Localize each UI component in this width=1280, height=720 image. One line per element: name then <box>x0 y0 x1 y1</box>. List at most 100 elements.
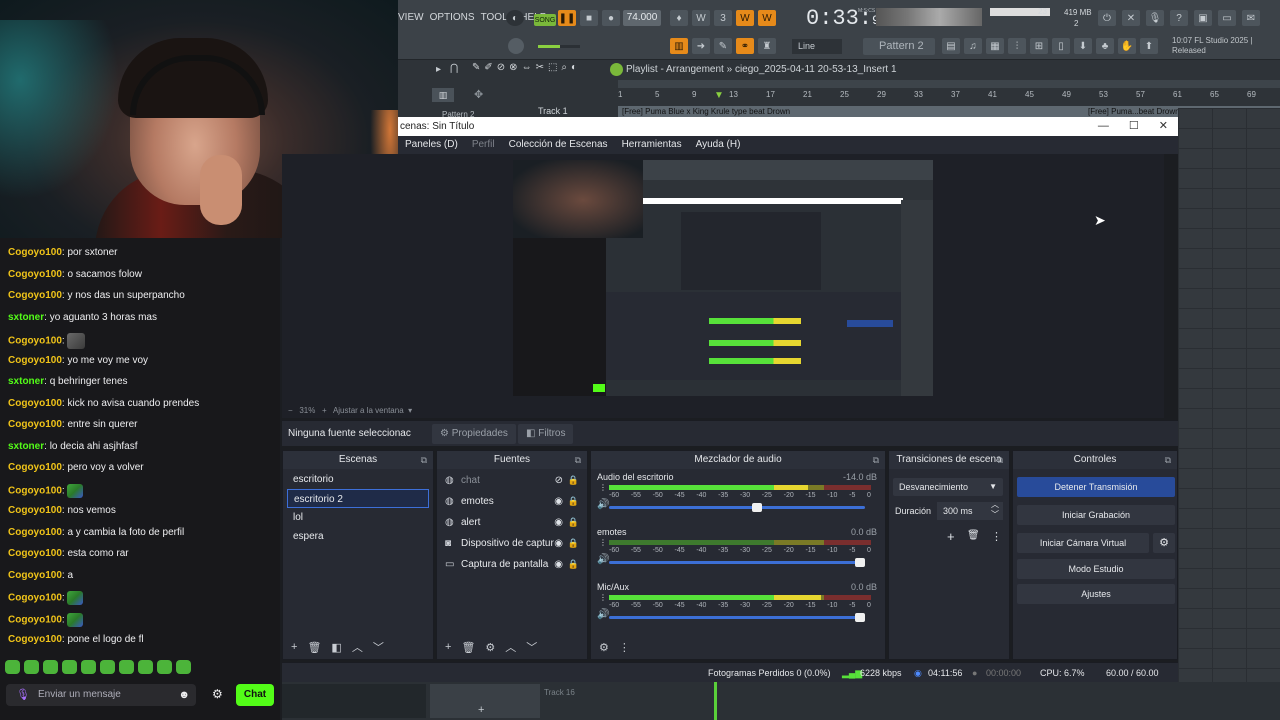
emote-picker-icon[interactable] <box>43 660 58 674</box>
playlist-menu-arrow-icon[interactable]: ▸ <box>436 64 441 75</box>
volume-knob[interactable] <box>855 613 865 622</box>
tempo-tapper-icon[interactable]: ⬆ <box>1140 38 1158 54</box>
dock-undock-icon[interactable]: ⧉ <box>997 451 1003 469</box>
eye-icon[interactable]: ◉ <box>554 533 563 554</box>
channel-menu-icon[interactable]: ⋮ <box>599 538 607 547</box>
virtual-camera-settings-gear-icon[interactable]: ⚙ <box>1153 533 1175 553</box>
mixer-menu-icon[interactable]: ⋮ <box>619 641 630 654</box>
chat-settings-gear-icon[interactable]: ⚙ <box>212 687 223 701</box>
source-item[interactable]: ◍ chat ⊘ 🔒 <box>437 470 587 491</box>
pencil-icon[interactable]: ✎ <box>714 38 732 54</box>
record-icon[interactable]: ● <box>602 10 620 26</box>
fit-window-label[interactable]: Ajustar a la ventana <box>333 406 404 415</box>
add-track-icon[interactable]: + <box>478 704 484 716</box>
speaker-icon[interactable]: 🔊 <box>597 554 609 565</box>
emote-picker-icon[interactable] <box>81 660 96 674</box>
chat-username[interactable]: Cogoyo100 <box>8 485 62 496</box>
settings-button[interactable]: Ajustes <box>1017 584 1175 604</box>
playhead-marker-icon[interactable]: ▼ <box>714 90 724 101</box>
chat-username[interactable]: Cogoyo100 <box>8 398 62 409</box>
dock-undock-icon[interactable]: ⧉ <box>873 451 879 469</box>
channel-menu-icon[interactable]: ⋮ <box>599 483 607 492</box>
lock-icon[interactable]: 🔒 <box>568 554 579 575</box>
source-item[interactable]: ◙ Dispositivo de captur ◉ 🔒 <box>437 533 587 554</box>
playlist-scrollbar[interactable] <box>618 80 1280 88</box>
channel-rack-icon[interactable]: ▦ <box>986 38 1004 54</box>
pattern-selector[interactable]: Pattern 2 <box>863 38 935 55</box>
scene-filters-icon[interactable]: ◧ <box>331 641 341 654</box>
file-icon[interactable]: ▯ <box>1052 38 1070 54</box>
slip-tool-icon[interactable]: ⇔ <box>522 62 532 73</box>
eye-icon[interactable]: ◉ <box>554 512 563 533</box>
emote-picker-icon[interactable] <box>119 660 134 674</box>
stamp-icon[interactable]: ♜ <box>758 38 776 54</box>
source-item[interactable]: ▭ Captura de pantalla ◉ 🔒 <box>437 554 587 575</box>
chat-username[interactable]: Cogoyo100 <box>8 527 62 538</box>
chat-username[interactable]: Cogoyo100 <box>8 419 62 430</box>
speaker-icon[interactable]: 🔊 <box>597 499 609 510</box>
lock-icon[interactable]: 🔒 <box>568 491 579 512</box>
link-icon[interactable]: ⚭ <box>736 38 754 54</box>
channel-menu-icon[interactable]: ⋮ <box>599 593 607 602</box>
scene-item[interactable]: escritorio <box>287 470 429 489</box>
move-up-icon[interactable]: ︿ <box>352 639 363 655</box>
record-mode-icon[interactable]: ◐ <box>506 10 524 26</box>
help-icon[interactable]: ? <box>1170 10 1188 26</box>
tempo-display[interactable]: 74.000 <box>623 10 661 26</box>
playback-tool-icon[interactable]: ◐ <box>571 62 577 73</box>
add-scene-icon[interactable]: + <box>291 641 297 653</box>
song-mode-toggle[interactable]: SONG <box>534 14 556 26</box>
remove-scene-icon[interactable]: 🗑 <box>307 641 321 654</box>
mixer-view-icon[interactable]: ⫶ <box>1008 38 1026 54</box>
chat-username[interactable]: Cogoyo100 <box>8 570 62 581</box>
transition-menu-icon[interactable]: ⋮ <box>991 530 1002 543</box>
emoji-icon[interactable]: ☻ <box>178 684 190 706</box>
eye-icon[interactable]: ◉ <box>554 491 563 512</box>
obs-menu-item[interactable]: Ayuda (H) <box>696 136 741 154</box>
transition-select[interactable]: Desvanecimiento ▼ <box>893 478 1003 496</box>
minimize-icon[interactable]: — <box>1098 117 1109 136</box>
properties-button[interactable]: ⚙ Propiedades <box>432 424 516 444</box>
move-down-icon[interactable]: ﹀ <box>526 639 537 655</box>
chat-username[interactable]: Cogoyo100 <box>8 336 62 347</box>
slice-tool-icon[interactable]: ✂ <box>536 62 544 73</box>
studio-mode-button[interactable]: Modo Estudio <box>1017 559 1175 579</box>
source-item[interactable]: ◍ alert ◉ 🔒 <box>437 512 587 533</box>
remove-source-icon[interactable]: 🗑 <box>461 641 475 654</box>
chat-username[interactable]: sxtoner <box>8 376 44 387</box>
speaker-icon[interactable]: 🔊 <box>597 609 609 620</box>
select-tool-icon[interactable]: ⬚ <box>548 62 557 73</box>
add-transition-icon[interactable]: + <box>947 529 955 544</box>
lock-icon[interactable]: 🔒 <box>568 470 579 491</box>
start-virtual-camera-button[interactable]: Iniciar Cámara Virtual <box>1017 533 1149 553</box>
wait-icon[interactable]: W <box>692 10 710 26</box>
mic-icon[interactable]: 🎙 <box>16 684 30 706</box>
advanced-audio-icon[interactable]: ⚙ <box>599 641 609 654</box>
move-icon[interactable]: ✥ <box>474 88 483 101</box>
emote-picker-icon[interactable] <box>100 660 115 674</box>
obs-menu-item[interactable]: Herramientas <box>622 136 682 154</box>
plugin-icon[interactable]: ⬇ <box>1074 38 1092 54</box>
master-pitch-slider[interactable] <box>538 45 580 48</box>
scene-item[interactable]: espera <box>287 527 429 546</box>
stop-icon[interactable]: ■ <box>580 10 598 26</box>
lock-icon[interactable]: 🔒 <box>568 533 579 554</box>
mute-tool-icon[interactable]: ⊗ <box>509 62 517 73</box>
fl-menu-options[interactable]: OPTIONS <box>430 12 475 23</box>
chat-username[interactable]: Cogoyo100 <box>8 269 62 280</box>
piano-roll-icon[interactable]: ♫ <box>964 38 982 54</box>
chat-username[interactable]: sxtoner <box>8 441 44 452</box>
chat-username[interactable]: Cogoyo100 <box>8 290 62 301</box>
emote-picker-icon[interactable] <box>24 660 39 674</box>
plugin-picker-icon[interactable]: ♣ <box>1096 38 1114 54</box>
emote-picker-icon[interactable] <box>5 660 20 674</box>
add-source-icon[interactable]: + <box>445 641 451 653</box>
chat-username[interactable]: Cogoyo100 <box>8 548 62 559</box>
step-edit-icon[interactable]: W <box>736 10 754 26</box>
stepper-icon[interactable]: ︿ ﹀ <box>991 500 999 520</box>
close-icon[interactable]: ✕ <box>1159 117 1168 136</box>
delete-tool-icon[interactable]: ⊘ <box>497 62 505 73</box>
chat-username[interactable]: Cogoyo100 <box>8 634 62 645</box>
metronome-icon[interactable]: ♦ <box>670 10 688 26</box>
duration-input[interactable]: 300 ms ︿ ﹀ <box>937 500 1003 520</box>
